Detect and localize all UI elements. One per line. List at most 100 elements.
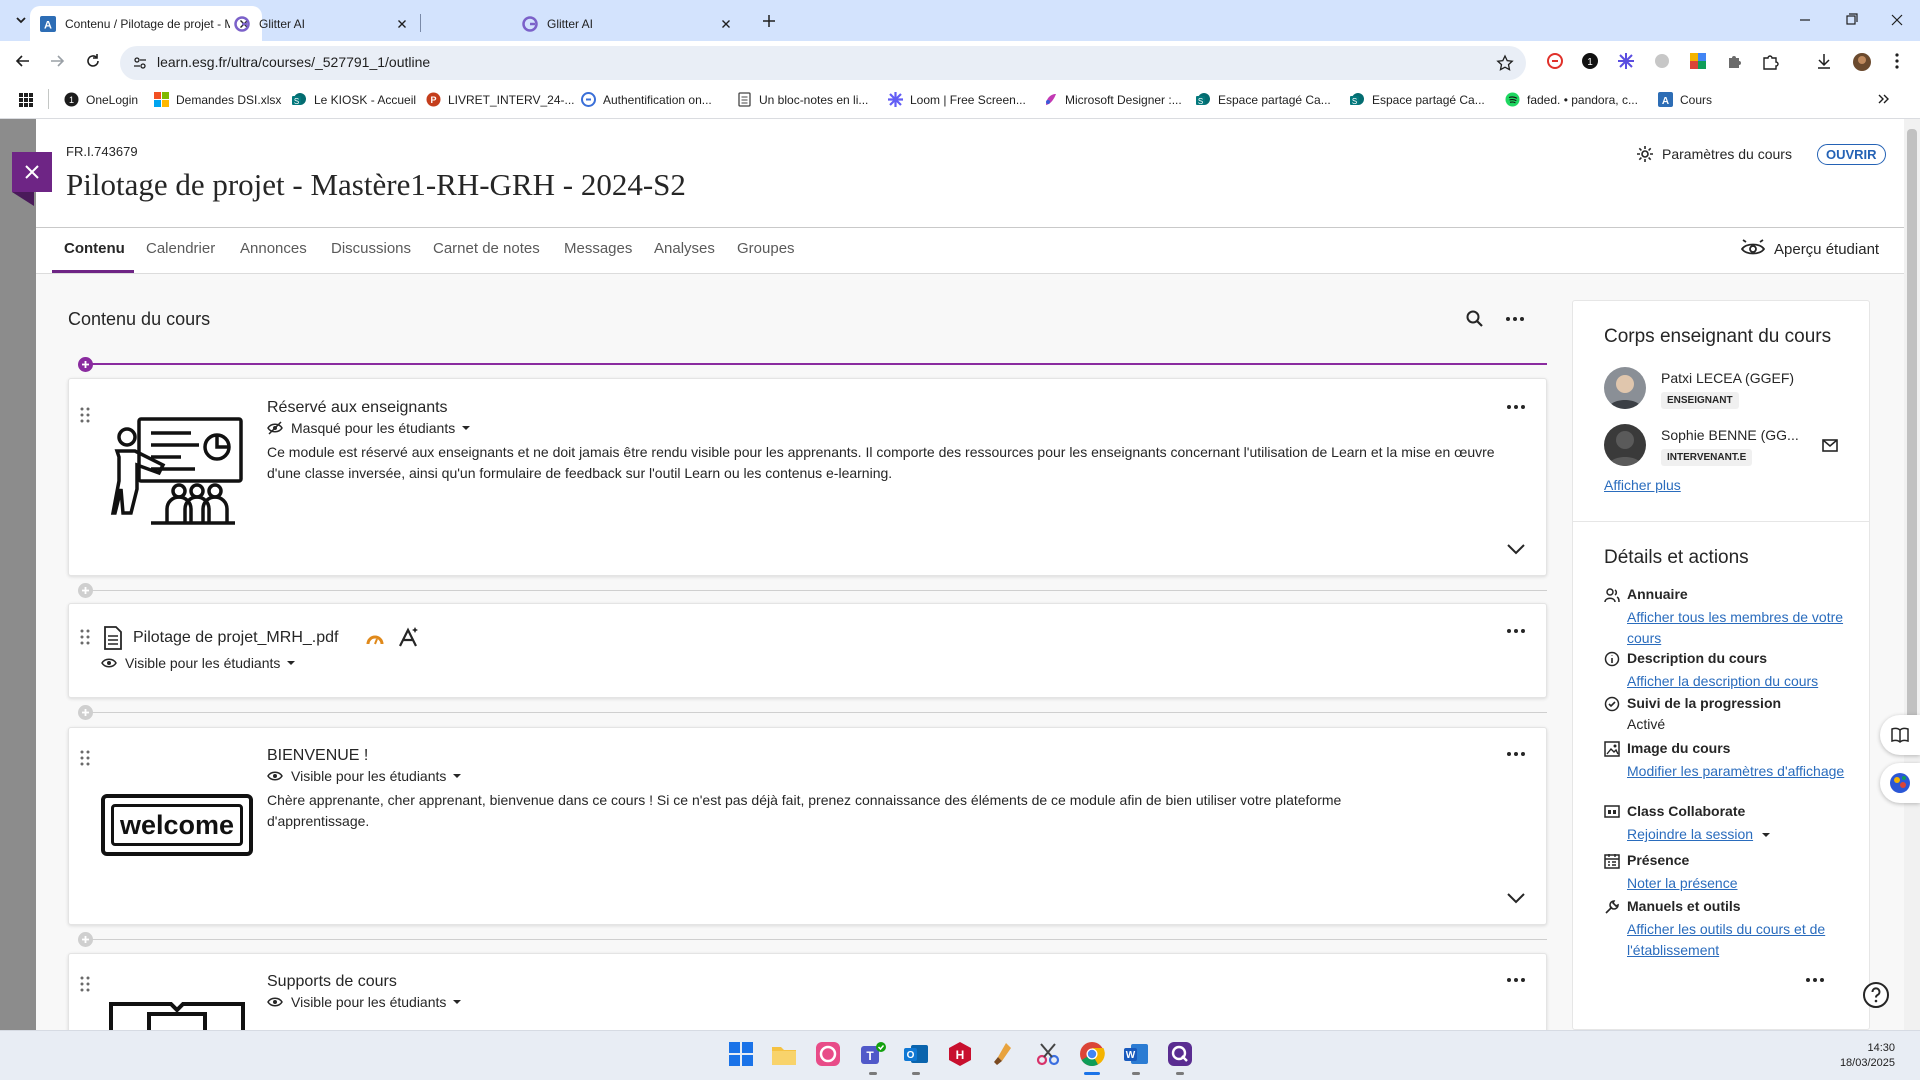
tab-messages[interactable]: Messages xyxy=(564,240,632,257)
bookmark-item[interactable]: faded. • pandora, c... xyxy=(1505,92,1638,107)
chrome-icon[interactable] xyxy=(1079,1041,1105,1067)
add-content-plus-icon[interactable] xyxy=(78,705,93,720)
course-settings-button[interactable]: Paramètres du cours xyxy=(1636,145,1792,163)
tab-annonces[interactable]: Annonces xyxy=(240,240,307,257)
content-item-title[interactable]: BIENVENUE ! xyxy=(267,747,368,765)
drag-handle-icon[interactable] xyxy=(80,976,90,992)
new-tab-button[interactable] xyxy=(758,10,780,32)
add-content-plus-icon[interactable] xyxy=(78,932,93,947)
bookmark-item[interactable]: Un bloc-notes en li... xyxy=(737,92,868,107)
bookmark-item[interactable]: 1 OneLogin xyxy=(64,92,138,107)
tab-groupes[interactable]: Groupes xyxy=(737,240,795,257)
add-content-plus-icon[interactable] xyxy=(78,583,93,598)
show-more-link[interactable]: Afficher plus xyxy=(1604,477,1681,493)
back-button[interactable] xyxy=(12,50,34,72)
close-icon[interactable] xyxy=(718,16,734,32)
snipping-tool-icon[interactable] xyxy=(1035,1041,1061,1067)
extension-puzzle-small-icon[interactable] xyxy=(1725,52,1743,70)
content-item-title[interactable]: Réservé aux enseignants xyxy=(267,399,448,417)
teams-icon[interactable]: T xyxy=(860,1041,886,1067)
drag-handle-icon[interactable] xyxy=(80,750,90,766)
student-preview-button[interactable]: Aperçu étudiant xyxy=(1740,239,1879,259)
bookmarks-overflow-icon[interactable] xyxy=(1876,92,1890,106)
add-content-divider[interactable] xyxy=(85,363,1547,365)
word-icon[interactable]: W xyxy=(1123,1041,1149,1067)
extension-red-icon[interactable] xyxy=(1546,52,1564,70)
drag-handle-icon[interactable] xyxy=(80,407,90,423)
extensions-puzzle-icon[interactable] xyxy=(1761,52,1779,70)
browser-tab[interactable]: Glitter AI xyxy=(512,6,744,41)
join-session-link[interactable]: Rejoindre la session xyxy=(1627,824,1847,845)
mail-icon[interactable] xyxy=(1822,439,1838,452)
add-content-divider[interactable] xyxy=(92,939,1547,940)
faculty-member[interactable]: Sophie BENNE (GG... INTERVENANT.E xyxy=(1604,424,1799,466)
outlook-icon[interactable]: O xyxy=(903,1041,929,1067)
photos-app-icon[interactable] xyxy=(815,1041,841,1067)
bookmark-star-icon[interactable] xyxy=(1496,54,1514,72)
visibility-dropdown[interactable]: Masqué pour les étudiants xyxy=(267,420,479,436)
reload-button[interactable] xyxy=(82,50,104,72)
help-button[interactable] xyxy=(1862,981,1890,1009)
add-content-divider[interactable] xyxy=(92,712,1547,713)
url-text[interactable]: learn.esg.fr/ultra/courses/_527791_1/out… xyxy=(157,54,430,70)
bookmark-item[interactable]: S Le KIOSK - Accueil xyxy=(292,92,416,107)
bookmark-item[interactable]: S Espace partagé Ca... xyxy=(1196,92,1331,107)
item-more-options-icon[interactable] xyxy=(1506,404,1526,410)
brush-app-icon[interactable] xyxy=(991,1041,1017,1067)
visibility-dropdown[interactable]: Visible pour les étudiants xyxy=(101,655,304,671)
extension-side-button[interactable] xyxy=(1880,763,1920,803)
extension-colorful-icon[interactable] xyxy=(1689,52,1707,70)
expand-chevron-icon[interactable] xyxy=(1506,892,1526,904)
bookmark-item[interactable]: Demandes DSI.xlsx xyxy=(154,92,281,107)
browser-tab[interactable]: Glitter AI xyxy=(224,6,420,41)
expand-chevron-icon[interactable] xyxy=(1506,543,1526,555)
course-status-badge[interactable]: OUVRIR xyxy=(1817,144,1886,165)
h-app-icon[interactable]: H xyxy=(947,1041,973,1067)
close-window-button[interactable] xyxy=(1884,8,1910,32)
visibility-dropdown[interactable]: Visible pour les étudiants xyxy=(267,994,470,1010)
windows-start-icon[interactable] xyxy=(728,1041,754,1067)
bookmark-item[interactable]: S Espace partagé Ca... xyxy=(1350,92,1485,107)
detail-link[interactable]: Afficher tous les membres de votre cours xyxy=(1627,607,1847,649)
add-content-divider[interactable] xyxy=(92,590,1547,591)
file-explorer-icon[interactable] xyxy=(771,1041,797,1067)
detail-link[interactable]: Modifier les paramètres d'affichage xyxy=(1627,761,1847,782)
bookmark-item[interactable]: A Cours xyxy=(1658,92,1712,107)
content-item-title[interactable]: Supports de cours xyxy=(267,973,397,991)
site-info-icon[interactable] xyxy=(132,55,148,71)
content-item-title[interactable]: Pilotage de projet_MRH_.pdf xyxy=(133,629,338,647)
tab-analyses[interactable]: Analyses xyxy=(654,240,715,257)
extension-gray-icon[interactable] xyxy=(1653,52,1671,70)
q-app-icon[interactable] xyxy=(1167,1041,1193,1067)
extension-snowflake-icon[interactable] xyxy=(1617,52,1635,70)
tab-contenu[interactable]: Contenu xyxy=(64,240,125,257)
tab-search-button[interactable] xyxy=(10,9,32,31)
bookmark-item[interactable]: Authentification on... xyxy=(581,92,712,107)
bookmark-item[interactable]: Microsoft Designer :... xyxy=(1043,92,1182,107)
extension-dark-icon[interactable]: 1 xyxy=(1581,52,1599,70)
item-more-options-icon[interactable] xyxy=(1506,751,1526,757)
restore-button[interactable] xyxy=(1838,8,1864,32)
collaborate-more-options-icon[interactable] xyxy=(1805,977,1825,983)
tab-carnet-de-notes[interactable]: Carnet de notes xyxy=(433,240,540,257)
detail-link[interactable]: Noter la présence xyxy=(1627,873,1847,894)
bookmark-item[interactable]: P LIVRET_INTERV_24-... xyxy=(426,92,575,107)
close-icon[interactable] xyxy=(394,16,410,32)
content-item-card[interactable]: Pilotage de projet_MRH_.pdf Visible pour… xyxy=(68,603,1547,698)
apps-grid-icon[interactable] xyxy=(18,92,34,108)
content-more-options-icon[interactable] xyxy=(1505,316,1525,322)
tab-calendrier[interactable]: Calendrier xyxy=(146,240,215,257)
tab-discussions[interactable]: Discussions xyxy=(331,240,411,257)
system-clock[interactable]: 14:30 18/03/2025 xyxy=(1825,1041,1895,1071)
browser-menu-icon[interactable] xyxy=(1888,52,1906,70)
search-button[interactable] xyxy=(1465,309,1485,329)
detail-link[interactable]: Afficher les outils du cours et de l'éta… xyxy=(1627,919,1847,961)
profile-avatar[interactable] xyxy=(1852,52,1872,72)
detail-link[interactable]: Afficher la description du cours xyxy=(1627,671,1847,692)
scrollbar-thumb[interactable] xyxy=(1907,129,1917,719)
item-more-options-icon[interactable] xyxy=(1506,628,1526,634)
faculty-member[interactable]: Patxi LECEA (GGEF) ENSEIGNANT xyxy=(1604,367,1794,409)
bookmark-item[interactable]: Loom | Free Screen... xyxy=(888,92,1026,107)
reader-side-button[interactable] xyxy=(1880,715,1920,755)
minimize-button[interactable] xyxy=(1792,8,1818,32)
